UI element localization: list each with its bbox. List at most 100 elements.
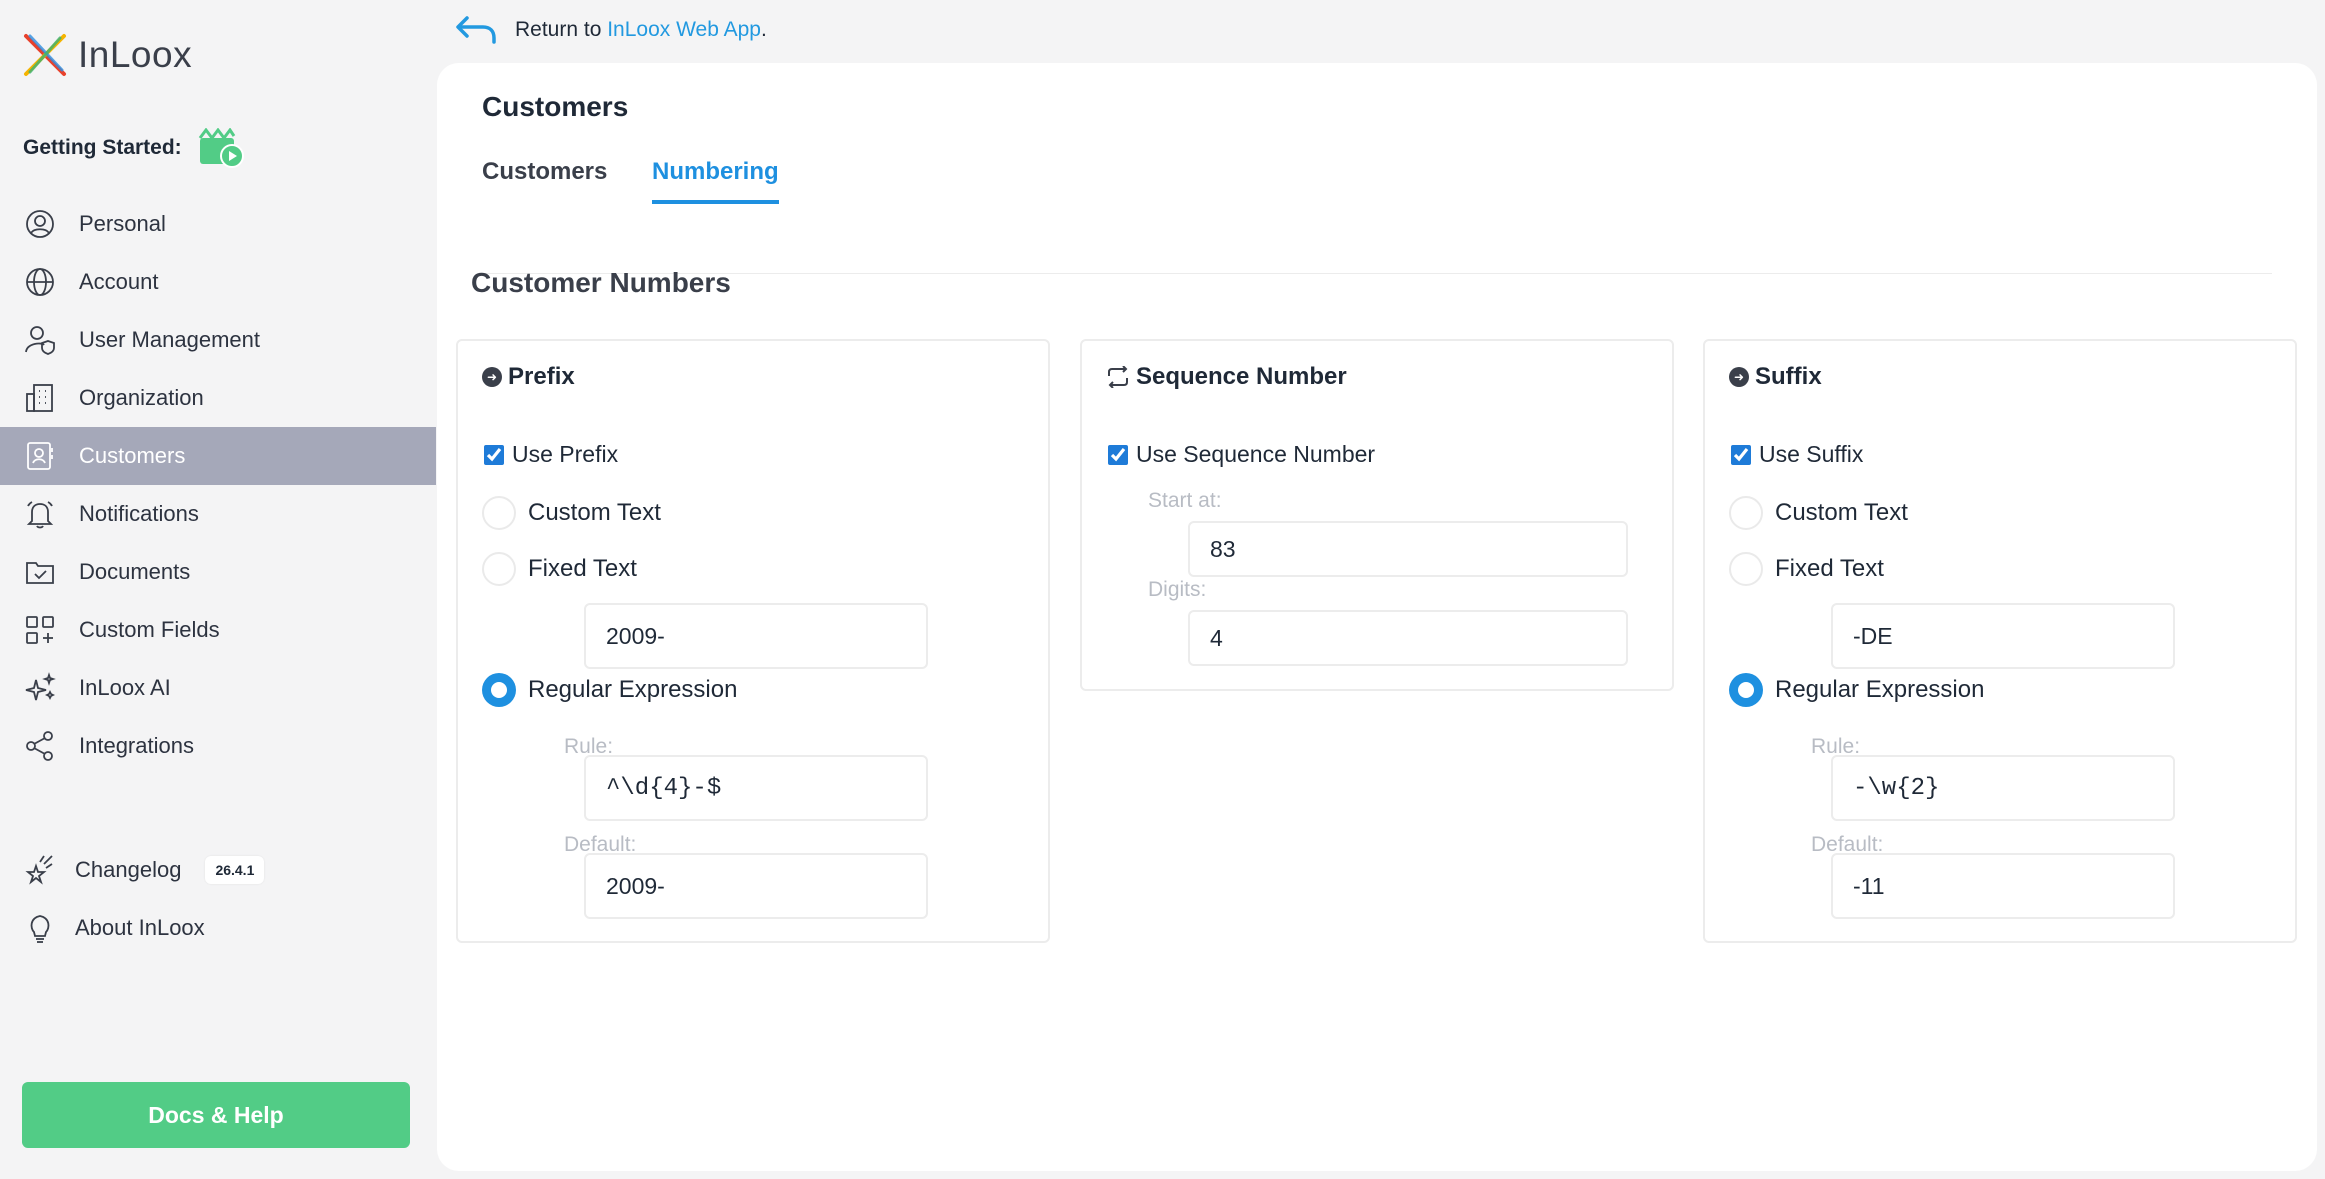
suffix-rule-input[interactable] [1831,755,2175,821]
return-arrow-icon[interactable] [455,14,497,46]
prefix-custom-text-radio[interactable] [482,496,516,530]
sidebar-item-label: Custom Fields [79,617,220,642]
sidebar-item-label: Account [79,269,159,294]
sidebar-item-label: Notifications [79,501,199,526]
suffix-fixed-text-input[interactable] [1831,603,2175,669]
start-at-input[interactable] [1188,521,1628,577]
use-sequence-row[interactable]: Use Sequence Number [1108,441,1375,468]
globe-icon [23,265,57,299]
suffix-custom-text-option[interactable]: Custom Text [1729,496,1908,530]
sidebar-item-label: User Management [79,327,260,352]
building-icon [23,381,57,415]
return-suffix: . [760,18,767,41]
prefix-fixed-text-radio[interactable] [482,552,516,586]
sidebar-item-notifications[interactable]: Notifications [0,485,436,543]
sidebar-item-personal[interactable]: Personal [0,195,436,253]
suffix-default-input[interactable] [1831,853,2175,919]
prefix-custom-text-label: Custom Text [528,499,661,526]
prefix-card: ➜ Prefix Use Prefix Custom Text Fixed Te… [456,339,1050,943]
suffix-fixed-text-option[interactable]: Fixed Text [1729,552,1884,586]
sidebar-item-documents[interactable]: Documents [0,543,436,601]
star-sparkle-icon [23,853,57,887]
sidebar-item-label: Documents [79,559,191,584]
digits-label: Digits: [1148,578,1207,601]
contact-card-icon [23,439,57,473]
sidebar-item-inloox-ai[interactable]: InLoox AI [0,659,436,717]
about-label: About InLoox [75,915,205,940]
grid-plus-icon [23,613,57,647]
repeat-icon [1108,366,1128,388]
user-circle-icon [23,207,57,241]
suffix-card: ➜ Suffix Use Suffix Custom Text Fixed Te… [1703,339,2297,943]
inloox-logo[interactable]: InLoox [22,32,192,78]
bell-icon [23,497,57,531]
use-prefix-checkbox[interactable] [484,444,504,465]
use-suffix-label: Use Suffix [1759,441,1864,467]
suffix-title: Suffix [1755,363,1822,390]
tab-bar: Customers Numbering [482,158,2272,274]
docs-help-button[interactable]: Docs & Help [22,1082,410,1148]
lightbulb-icon [23,911,57,945]
sidebar-item-label: Integrations [79,733,194,758]
sidebar-item-label: Customers [79,443,186,468]
suffix-regex-label: Regular Expression [1775,676,1985,703]
sidebar-item-organization[interactable]: Organization [0,369,436,427]
prefix-fixed-text-option[interactable]: Fixed Text [482,552,637,586]
sidebar-item-integrations[interactable]: Integrations [0,717,436,775]
suffix-fixed-text-radio[interactable] [1729,552,1763,586]
main-panel: Customers Customers Numbering Customer N… [437,63,2317,1171]
sidebar-item-label: Personal [79,211,166,236]
prefix-custom-text-option[interactable]: Custom Text [482,496,661,530]
return-text: Return to InLoox Web App. [515,18,767,42]
use-suffix-row[interactable]: Use Suffix [1731,441,1863,468]
user-shield-icon [23,323,57,357]
getting-started: Getting Started: [23,128,244,168]
sidebar-item-about[interactable]: About InLoox [0,899,436,957]
sidebar-item-customers[interactable]: Customers [0,427,436,485]
document-check-icon [23,555,57,589]
prefix-fixed-text-input[interactable] [584,603,928,669]
prefix-rule-input[interactable] [584,755,928,821]
use-prefix-label: Use Prefix [512,441,619,467]
sidebar-item-label: InLoox AI [79,675,171,700]
prefix-regex-radio[interactable] [482,673,516,707]
section-title: Customer Numbers [471,267,731,298]
suffix-regex-option[interactable]: Regular Expression [1729,673,1984,707]
prefix-default-input[interactable] [584,853,928,919]
sidebar: InLoox Getting Started: Personal Account… [0,0,436,1179]
suffix-custom-text-radio[interactable] [1729,496,1763,530]
use-sequence-label: Use Sequence Number [1136,441,1376,467]
sequence-title: Sequence Number [1136,363,1347,390]
return-link[interactable]: InLoox Web App [607,18,761,41]
digits-input[interactable] [1188,610,1628,666]
brand-name: InLoox [78,34,193,75]
arrow-circle-icon: ➜ [482,367,502,387]
prefix-fixed-text-label: Fixed Text [528,555,637,582]
use-suffix-checkbox[interactable] [1731,444,1751,465]
video-clapper-icon[interactable] [198,128,244,168]
share-nodes-icon [23,729,57,763]
tab-numbering[interactable]: Numbering [652,158,779,204]
start-at-label: Start at: [1148,489,1222,512]
use-prefix-row[interactable]: Use Prefix [484,441,618,468]
use-sequence-checkbox[interactable] [1108,444,1128,465]
sequence-card: Sequence Number Use Sequence Number Star… [1080,339,1674,691]
sidebar-item-label: Organization [79,385,204,410]
getting-started-label: Getting Started: [23,136,182,159]
tab-customers[interactable]: Customers [482,158,607,200]
return-bar: Return to InLoox Web App. [455,14,767,46]
inloox-x-icon [24,34,66,76]
sidebar-item-user-management[interactable]: User Management [0,311,436,369]
prefix-regex-option[interactable]: Regular Expression [482,673,737,707]
prefix-card-title: ➜ Prefix [482,363,575,391]
sidebar-bottom-nav: Changelog 26.4.1 About InLoox [0,841,436,957]
page-title: Customers [482,91,629,122]
sparkles-icon [23,671,57,705]
sidebar-item-account[interactable]: Account [0,253,436,311]
suffix-regex-radio[interactable] [1729,673,1763,707]
prefix-title: Prefix [508,363,575,390]
suffix-custom-text-label: Custom Text [1775,499,1908,526]
suffix-card-title: ➜ Suffix [1729,363,1822,391]
sidebar-item-custom-fields[interactable]: Custom Fields [0,601,436,659]
sidebar-item-changelog[interactable]: Changelog 26.4.1 [0,841,436,899]
